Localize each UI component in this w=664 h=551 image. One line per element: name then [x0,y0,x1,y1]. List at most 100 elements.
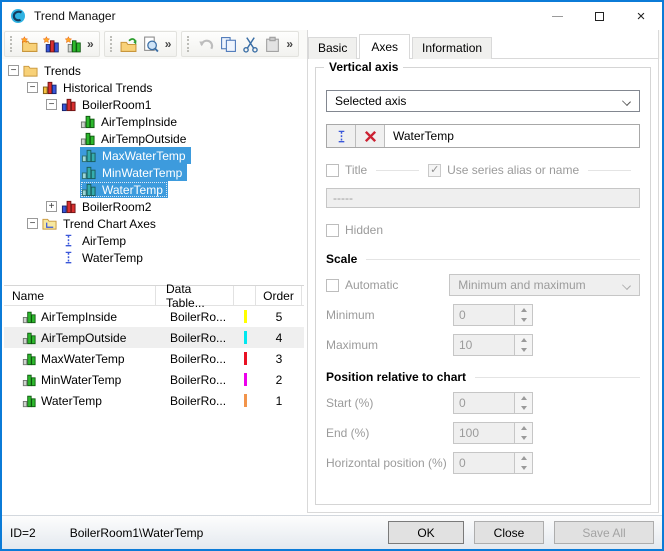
start-row: Start (%) 0 [326,392,640,414]
start-label: Start (%) [326,396,374,410]
chart-multi-icon [42,80,57,95]
toolbar-grip[interactable] [109,36,113,52]
cut-icon [242,36,259,53]
series-color-swatch [243,373,247,386]
new-trend-button[interactable] [40,33,62,55]
new-folder-button[interactable] [18,33,40,55]
axes-folder-icon [42,216,57,231]
tab-information[interactable]: Information [412,37,493,59]
end-row: End (%) 100 [326,422,640,444]
series-color-swatch [243,352,247,365]
collapse-icon[interactable]: − [27,218,38,229]
chart-green-icon [22,331,36,345]
paste-icon [264,36,281,53]
chart-teal-icon [81,182,96,197]
axis-delete-button[interactable] [356,125,385,147]
tree-item-watertemp[interactable]: WaterTemp [4,181,304,198]
minimize-button[interactable] [536,2,578,30]
print-preview-button[interactable] [140,33,162,55]
tab-strip: Basic Axes Information [308,33,494,59]
column-header-color[interactable] [234,286,256,305]
tree-item-trends[interactable]: − Trends [4,62,304,79]
toolbar-overflow-icon[interactable]: » [87,37,94,51]
tab-axes[interactable]: Axes [359,34,411,59]
toolbar-overflow-icon[interactable]: » [165,37,172,51]
automatic-label: Automatic [345,278,399,292]
end-spinner: 100 [453,422,533,444]
minimum-spinner: 0 [453,304,533,326]
table-row[interactable]: MaxWaterTemp BoilerRo... 3 [4,348,304,369]
toolbar-group-edit: » [181,31,300,57]
axis-icon [334,129,349,144]
spinner-up-icon [515,453,532,463]
cut-button[interactable] [239,33,261,55]
axis-name-row: WaterTemp [326,124,640,148]
minimum-label: Minimum [326,308,375,322]
table-row[interactable]: WaterTemp BoilerRo... 1 [4,390,304,411]
toolbar: » » » [4,31,303,57]
chevron-down-icon [622,97,631,106]
column-header-order[interactable]: Order [256,286,302,305]
ok-button[interactable]: OK [388,521,464,544]
chart-teal-icon [81,148,96,163]
collapse-icon[interactable]: − [27,82,38,93]
close-dialog-button[interactable]: Close [474,521,544,544]
maximize-icon [594,11,604,21]
open-import-button[interactable] [118,33,140,55]
hidden-checkbox-label: Hidden [345,223,384,237]
axis-pick-button[interactable] [327,125,356,147]
scale-mode-combobox: Minimum and maximum [449,274,640,296]
tree-item-airtemp-axis[interactable]: AirTemp [4,232,304,249]
tree-item-minwatertemp[interactable]: MinWaterTemp [4,164,304,181]
tree-item-boilerroom1[interactable]: − BoilerRoom1 [4,96,304,113]
tree-item-boilerroom2[interactable]: + BoilerRoom2 [4,198,304,215]
tree-item-trend-chart-axes[interactable]: − Trend Chart Axes [4,215,304,232]
collapse-icon[interactable]: − [8,65,19,76]
spinner-down-icon [515,315,532,325]
tree-item-airtempoutside[interactable]: AirTempOutside [4,130,304,147]
expand-icon[interactable]: + [46,201,57,212]
new-series-icon [65,36,82,53]
automatic-checkbox [326,278,339,292]
column-header-name[interactable]: Name [4,286,156,305]
table-row[interactable]: AirTempInside BoilerRo... 5 [4,306,304,327]
column-header-data-table[interactable]: Data Table... [156,282,234,310]
chart-bluered-icon [61,97,76,112]
chart-green-icon [22,352,36,366]
spinner-down-icon [515,345,532,355]
app-logo-icon [10,8,26,24]
table-row[interactable]: MinWaterTemp BoilerRo... 2 [4,369,304,390]
new-series-button[interactable] [62,33,84,55]
toolbar-grip[interactable] [187,36,190,52]
axis-icon [61,233,76,248]
tree-item-airtempinside[interactable]: AirTempInside [4,113,304,130]
copy-button[interactable] [217,33,239,55]
spinner-down-icon [515,403,532,413]
table-row[interactable]: AirTempOutside BoilerRo... 4 [4,327,304,348]
chart-green-icon [22,310,36,324]
undo-icon [198,36,215,53]
collapse-icon[interactable]: − [46,99,57,110]
toolbar-overflow-icon[interactable]: » [286,37,293,51]
hidden-checkbox [326,223,339,237]
spinner-down-icon [515,433,532,443]
toolbar-grip[interactable] [10,36,13,52]
maximize-button[interactable] [578,2,620,30]
status-bar: ID=2 BoilerRoom1\WaterTemp OK Close Save… [2,515,662,549]
tree-item-historical-trends[interactable]: − Historical Trends [4,79,304,96]
tab-basic[interactable]: Basic [308,37,358,59]
tree-item-watertemp-axis[interactable]: WaterTemp [4,249,304,266]
close-icon: × [636,7,646,25]
axis-selector-combobox[interactable]: Selected axis [326,90,640,112]
status-path: BoilerRoom1\WaterTemp [69,525,204,540]
chart-green-icon [80,131,95,146]
undo-button [195,33,217,55]
print-preview-icon [142,36,159,53]
tree-item-maxwatertemp[interactable]: MaxWaterTemp [4,147,304,164]
axes-tab-page: Vertical axis Selected axis WaterTemp Ti… [307,30,659,513]
series-color-swatch [243,394,247,407]
axis-name-field[interactable]: WaterTemp [385,125,639,147]
trend-tree: − Trends − Historical Trends − BoilerRoo… [4,62,304,284]
hidden-row: Hidden [326,222,640,238]
close-button[interactable]: × [620,2,662,30]
